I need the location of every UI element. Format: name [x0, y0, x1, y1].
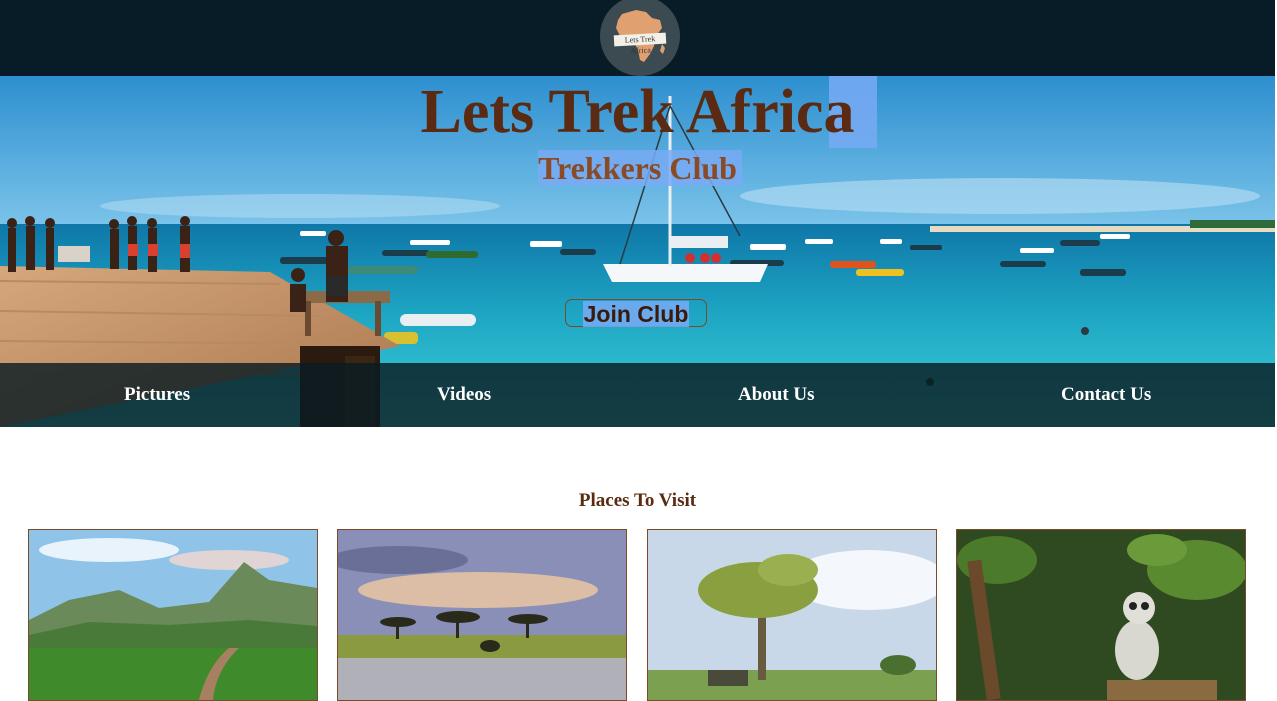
acacia-safari-image [648, 530, 936, 700]
join-club-button[interactable]: Join Club [565, 299, 707, 327]
places-section-title: Places To Visit [578, 490, 697, 511]
join-club-label: Join Club [582, 301, 690, 327]
lemur-image [957, 530, 1245, 700]
place-card-acacia[interactable] [647, 529, 937, 701]
nav-contact-us[interactable]: Contact Us [1061, 363, 1151, 427]
nav-videos[interactable]: Videos [437, 363, 491, 427]
savanna-elephants-image [338, 530, 626, 700]
hero-subtitle: Trekkers Club [538, 150, 737, 186]
hero-title: Lets Trek Africa [420, 78, 855, 146]
site-logo[interactable]: Lets Trek Africa [600, 0, 680, 76]
place-card-savanna[interactable] [337, 529, 627, 701]
place-card-lemur[interactable] [956, 529, 1246, 701]
mountain-valley-image [29, 530, 317, 700]
nav-pictures[interactable]: Pictures [124, 363, 190, 427]
place-card-mountain[interactable] [28, 529, 318, 701]
nav-about-us[interactable]: About Us [738, 363, 815, 427]
main-nav: Pictures Videos About Us Contact Us [0, 363, 1275, 427]
